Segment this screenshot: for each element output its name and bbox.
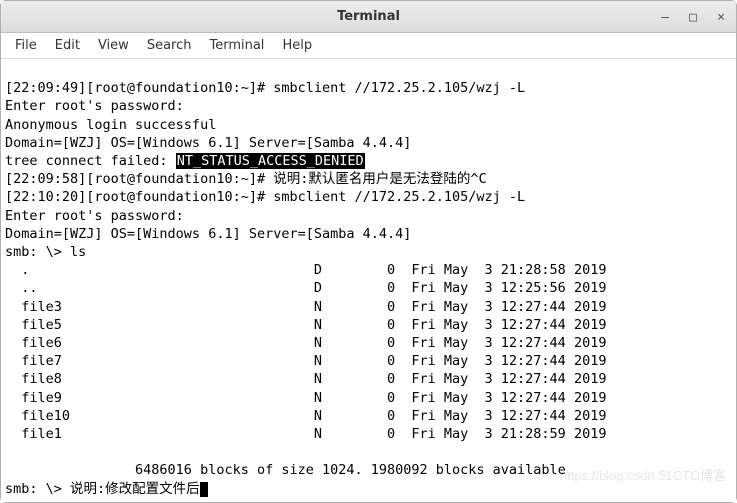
term-line: Enter root's password: — [5, 208, 184, 224]
window-title: Terminal — [337, 9, 400, 24]
window-controls: – □ × — [658, 1, 728, 33]
list-item: file5 N 0 Fri May 3 12:27:44 2019 — [5, 317, 606, 333]
term-line: Anonymous login successful — [5, 117, 216, 133]
menu-terminal[interactable]: Terminal — [201, 35, 272, 56]
menu-help[interactable]: Help — [274, 35, 320, 56]
term-line: [22:09:49][root@foundation10:~]# smbclie… — [5, 80, 525, 96]
term-line: [22:09:58][root@foundation10:~]# 说明:默认匿名… — [5, 171, 487, 187]
term-line: [22:10:20][root@foundation10:~]# smbclie… — [5, 189, 525, 205]
term-line: Domain=[WZJ] OS=[Windows 6.1] Server=[Sa… — [5, 226, 411, 242]
term-prompt: smb: \> 说明:修改配置文件后 — [5, 481, 208, 497]
term-line: smb: \> ls — [5, 244, 86, 260]
menubar: File Edit View Search Terminal Help — [1, 33, 736, 59]
menu-edit[interactable]: Edit — [47, 35, 88, 56]
menu-view[interactable]: View — [90, 35, 137, 56]
term-line: 6486016 blocks of size 1024. 1980092 blo… — [5, 462, 566, 478]
minimize-button[interactable]: – — [658, 10, 672, 24]
error-prefix: tree connect failed: — [5, 153, 176, 169]
terminal-output[interactable]: [22:09:49][root@foundation10:~]# smbclie… — [1, 59, 736, 502]
list-item: file3 N 0 Fri May 3 12:27:44 2019 — [5, 299, 606, 315]
term-line: Enter root's password: — [5, 98, 184, 114]
list-item: file6 N 0 Fri May 3 12:27:44 2019 — [5, 335, 606, 351]
titlebar: Terminal – □ × — [1, 1, 736, 33]
menu-search[interactable]: Search — [139, 35, 200, 56]
prompt-text: smb: \> 说明:修改配置文件后 — [5, 481, 200, 497]
cursor-icon — [200, 482, 208, 497]
list-item: . D 0 Fri May 3 21:28:58 2019 — [5, 262, 606, 278]
list-item: file9 N 0 Fri May 3 12:27:44 2019 — [5, 390, 606, 406]
term-line: Domain=[WZJ] OS=[Windows 6.1] Server=[Sa… — [5, 135, 411, 151]
list-item: file10 N 0 Fri May 3 12:27:44 2019 — [5, 408, 606, 424]
close-button[interactable]: × — [714, 10, 728, 24]
error-status-highlight: NT_STATUS_ACCESS_DENIED — [176, 153, 365, 169]
maximize-button[interactable]: □ — [686, 10, 700, 24]
list-item: file8 N 0 Fri May 3 12:27:44 2019 — [5, 371, 606, 387]
menu-file[interactable]: File — [7, 35, 45, 56]
list-item: .. D 0 Fri May 3 12:25:56 2019 — [5, 280, 606, 296]
term-line: tree connect failed: NT_STATUS_ACCESS_DE… — [5, 153, 665, 169]
list-item: file7 N 0 Fri May 3 12:27:44 2019 — [5, 353, 606, 369]
list-item: file1 N 0 Fri May 3 21:28:59 2019 — [5, 426, 606, 442]
